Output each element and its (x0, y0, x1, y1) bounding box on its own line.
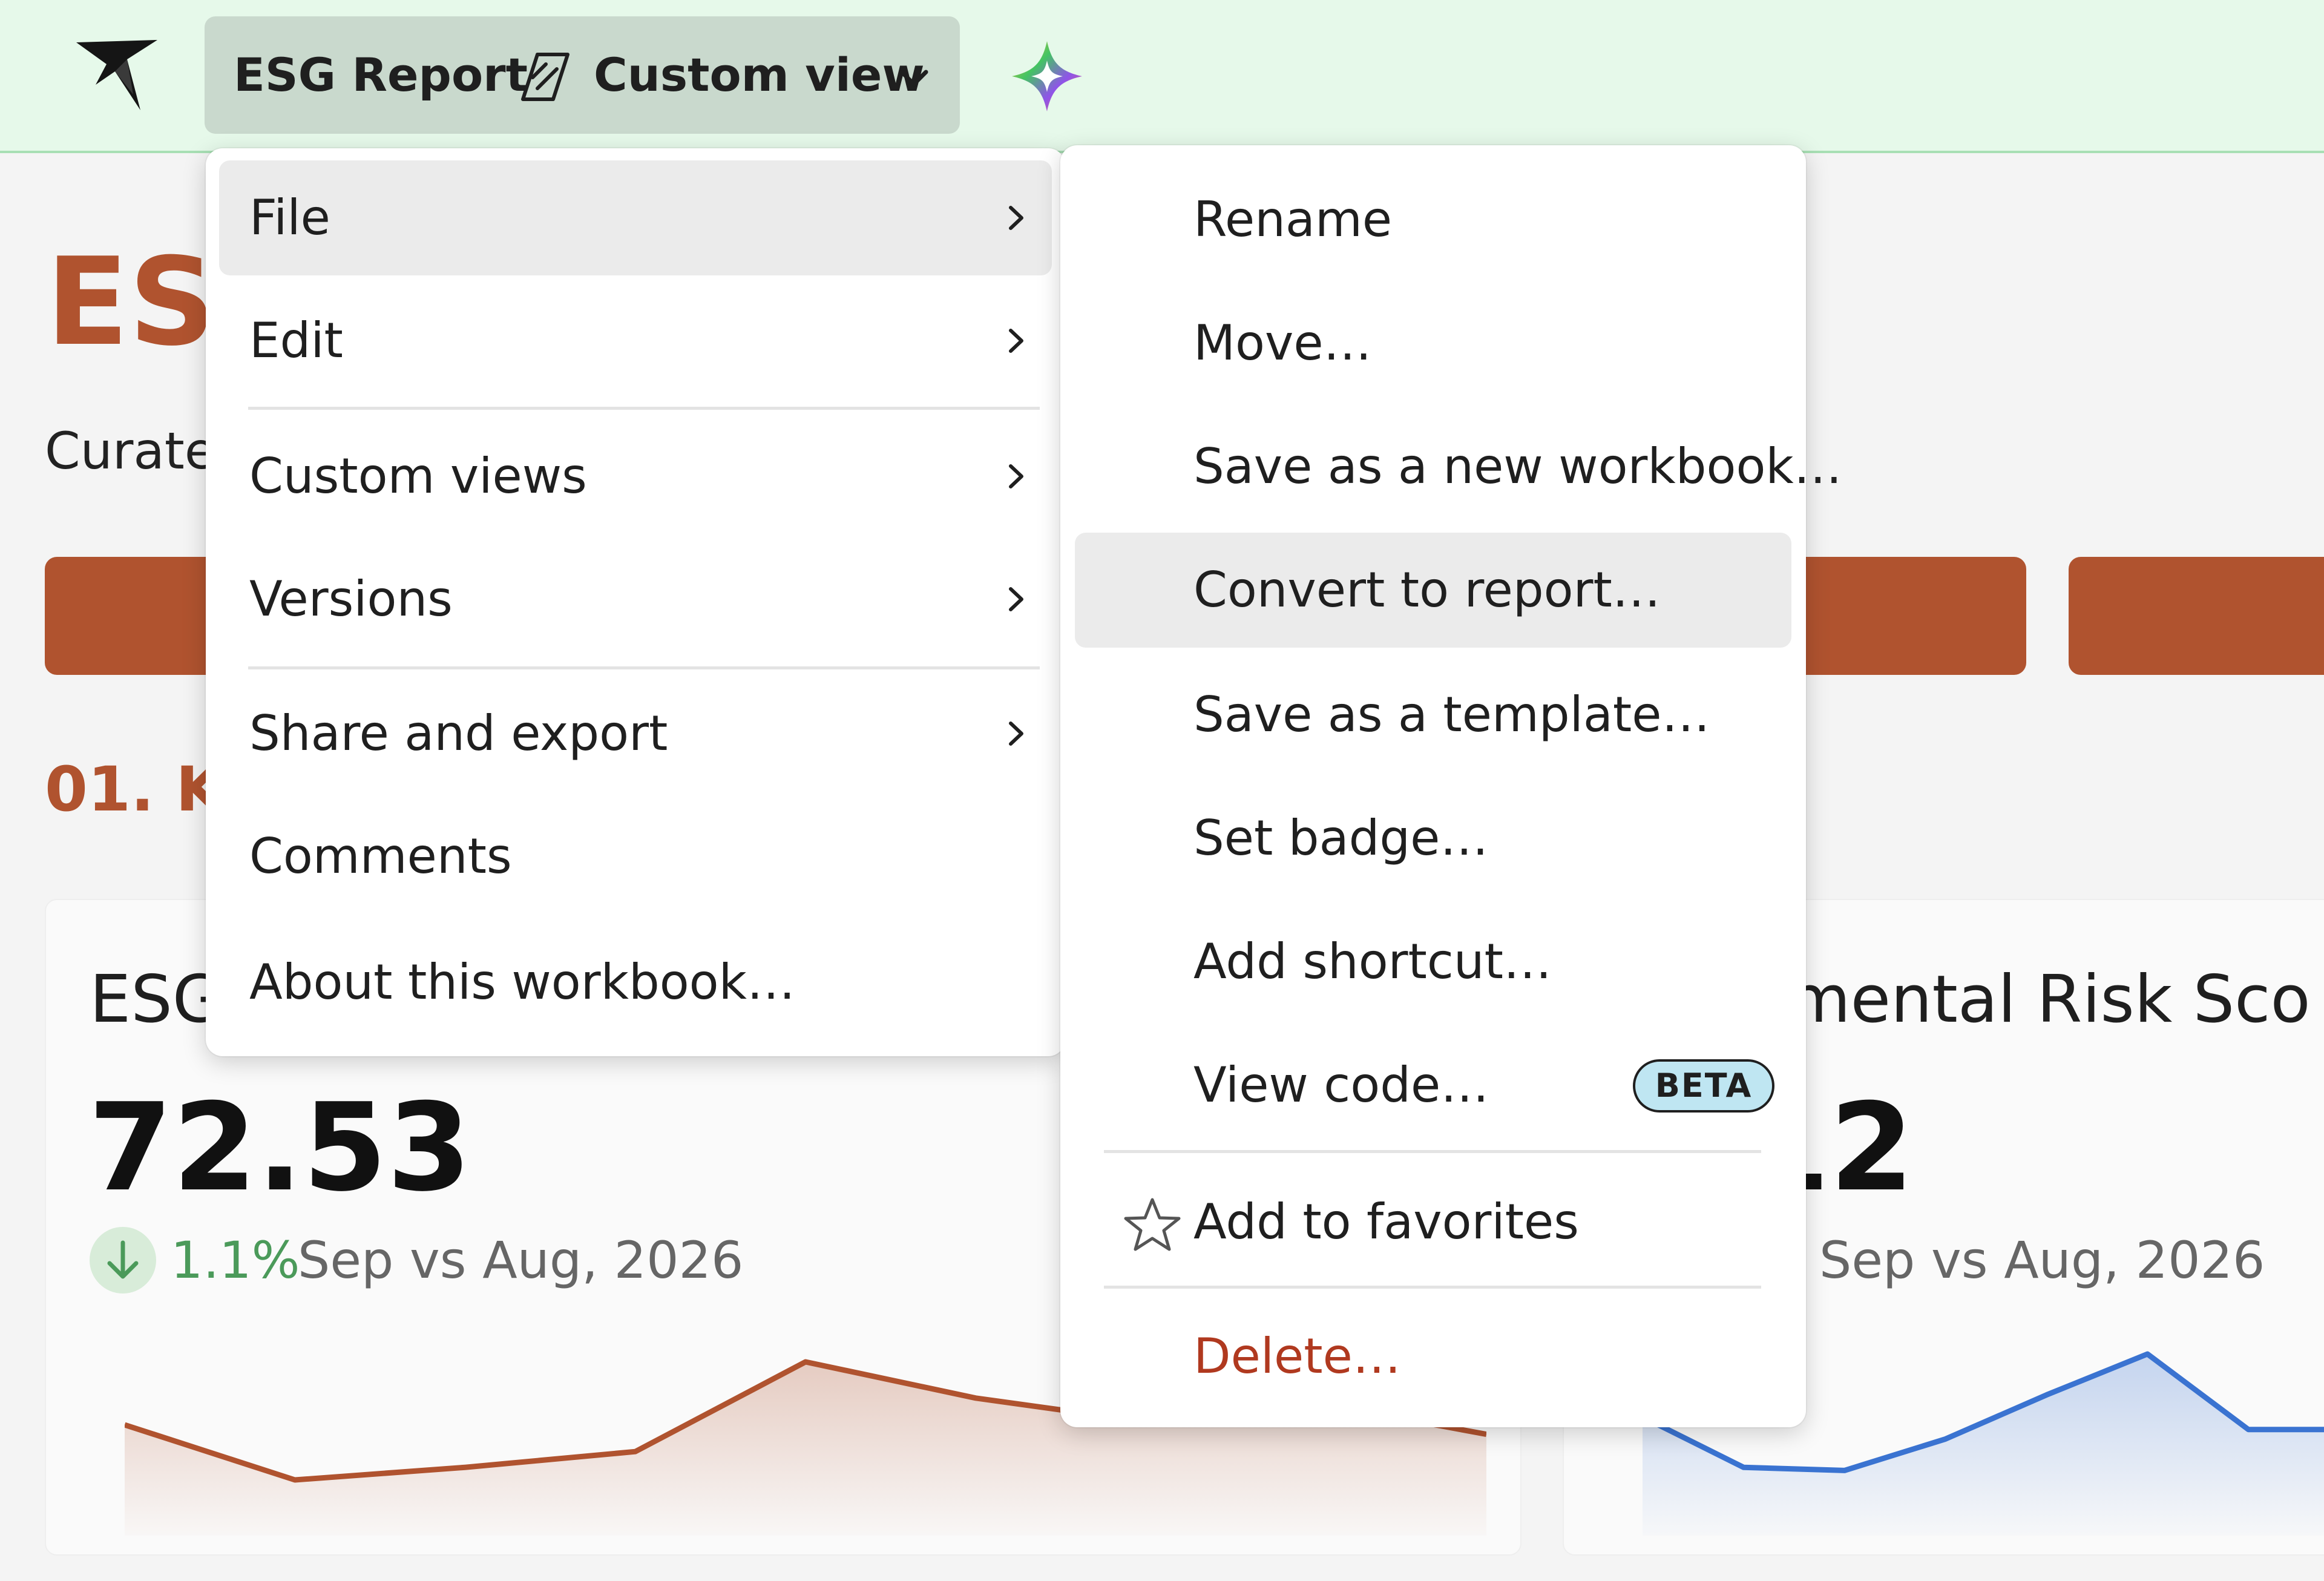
workbook-title: ESG Report (234, 48, 528, 102)
submenu-item-move[interactable]: Move… (1075, 286, 1791, 401)
chevron-right-icon (1009, 587, 1023, 611)
kpi-card-title: ESG (90, 962, 223, 1037)
kpi-period: Sep vs Aug, 2026 (1819, 1231, 2265, 1290)
menu-separator (248, 666, 1040, 669)
menu-item-comments[interactable]: Comments (219, 799, 1052, 914)
workbook-title-button[interactable]: ESG Report Custom view (205, 16, 960, 134)
kpi-change: 1.1% (171, 1231, 300, 1290)
menu-item-label: Share and export (249, 705, 668, 761)
submenu-item-save-as-new-workbook[interactable]: Save as a new workbook… (1075, 409, 1842, 524)
custom-view-name: Custom view (594, 48, 925, 102)
menu-item-label: File (249, 189, 330, 246)
ai-sparkle-icon[interactable] (1009, 39, 1085, 114)
submenu-item-label: Add to favorites (1193, 1194, 1579, 1250)
star-icon (1124, 1198, 1181, 1251)
submenu-separator (1104, 1286, 1761, 1289)
menu-item-edit[interactable]: Edit (219, 283, 1052, 398)
section-title: 01. K (45, 754, 224, 826)
chevron-down-icon (899, 70, 928, 87)
beta-badge: BETA (1633, 1059, 1774, 1113)
submenu-item-save-as-template[interactable]: Save as a template… (1075, 657, 1791, 772)
submenu-item-rename[interactable]: Rename (1075, 162, 1791, 277)
menu-item-share-and-export[interactable]: Share and export (219, 676, 1052, 791)
submenu-item-convert-to-report[interactable]: Convert to report… (1075, 533, 1791, 648)
chevron-right-icon (1009, 721, 1023, 746)
menu-item-label: About this workbook… (249, 954, 795, 1010)
submenu-item-label: Add shortcut… (1193, 933, 1552, 990)
submenu-item-delete[interactable]: Delete… (1075, 1299, 1791, 1414)
top-bar: ESG Report Custom view (0, 0, 2324, 153)
chevron-right-icon (1009, 464, 1023, 488)
menu-item-label: Versions (249, 571, 453, 627)
file-submenu: Rename Move… Save as a new workbook… Con… (1060, 145, 1842, 1427)
menu-item-label: Edit (249, 312, 343, 369)
submenu-item-add-to-favorites[interactable]: Add to favorites (1075, 1165, 1791, 1280)
chevron-right-icon (1009, 206, 1023, 230)
menu-item-label: Custom views (249, 448, 587, 504)
page-subtitle: Curate (45, 421, 216, 481)
submenu-item-label: Rename (1193, 191, 1393, 248)
kpi-period: Sep vs Aug, 2026 (298, 1231, 744, 1290)
menu-item-label: Comments (249, 828, 512, 884)
submenu-item-label: View code… (1193, 1057, 1489, 1113)
submenu-item-label: Convert to report… (1193, 562, 1661, 618)
submenu-item-view-code[interactable]: View code… BETA (1075, 1028, 1791, 1143)
submenu-item-label: Move… (1193, 315, 1372, 371)
menu-separator (248, 407, 1040, 410)
submenu-item-label: Save as a new workbook… (1193, 438, 1842, 495)
kpi-card-title: nmental Risk Sco (1745, 962, 2311, 1037)
workbook-menu: File Edit Custom views Versions Share an… (206, 148, 1065, 1056)
nav-tab-2[interactable] (1791, 557, 2026, 675)
submenu-item-set-badge[interactable]: Set badge… (1075, 781, 1791, 896)
submenu-item-label: Save as a template… (1193, 686, 1710, 743)
menu-item-custom-views[interactable]: Custom views (219, 419, 1052, 534)
nav-tab-3[interactable] (2069, 557, 2324, 675)
submenu-separator (1104, 1150, 1761, 1153)
chevron-right-icon (1009, 329, 1023, 353)
menu-item-file[interactable]: File (219, 160, 1052, 275)
submenu-item-add-shortcut[interactable]: Add shortcut… (1075, 904, 1791, 1019)
nav-tab-1[interactable] (45, 557, 226, 675)
menu-item-versions[interactable]: Versions (219, 542, 1052, 657)
menu-item-about-workbook[interactable]: About this workbook… (219, 925, 1052, 1040)
kpi-card-value: 72.53 (88, 1077, 471, 1218)
submenu-item-label: Set badge… (1193, 810, 1489, 866)
submenu-item-label: Delete… (1193, 1328, 1401, 1384)
page-title: ES (46, 232, 216, 373)
trend-down-icon (90, 1227, 156, 1293)
custom-view-icon (521, 53, 570, 101)
bird-logo-icon[interactable] (71, 35, 162, 114)
